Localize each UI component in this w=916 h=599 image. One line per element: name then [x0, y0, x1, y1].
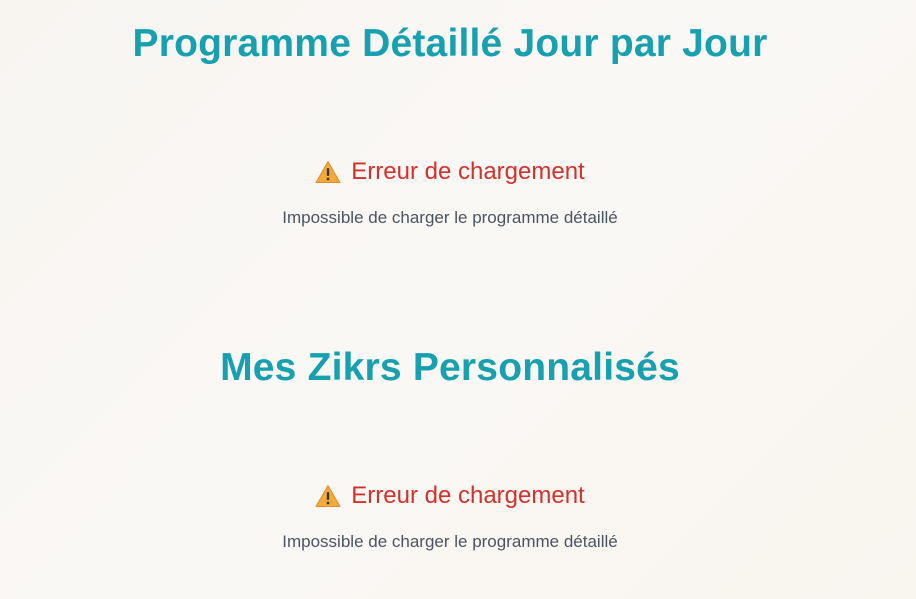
error-message: Impossible de charger le programme détai… — [282, 532, 618, 551]
error-heading-text: Erreur de chargement — [351, 482, 585, 509]
warning-icon — [315, 484, 341, 508]
zikrs-section-title: Mes Zikrs Personnalisés — [220, 346, 680, 389]
error-heading: Erreur de chargement — [315, 158, 585, 185]
error-message: Impossible de charger le programme détai… — [282, 208, 618, 227]
error-heading-text: Erreur de chargement — [351, 158, 585, 185]
warning-icon — [315, 160, 341, 184]
error-heading: Erreur de chargement — [315, 482, 585, 509]
program-error-block: Erreur de chargement Impossible de charg… — [0, 158, 900, 227]
zikrs-error-block: Erreur de chargement Impossible de charg… — [0, 482, 900, 551]
program-section-title: Programme Détaillé Jour par Jour — [132, 22, 768, 65]
